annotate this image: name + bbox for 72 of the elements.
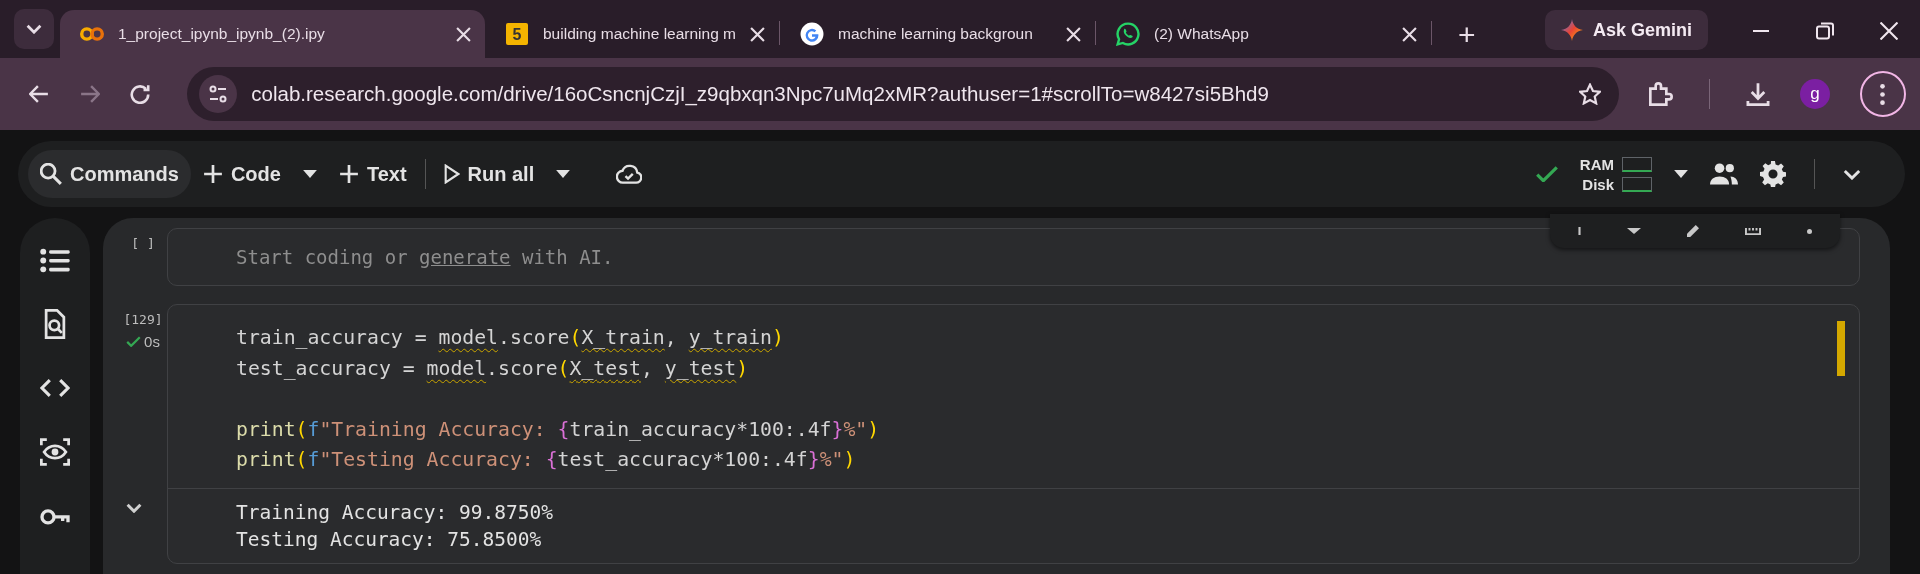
toolbar-button[interactable]: Commands <box>28 150 191 198</box>
toolbar-button[interactable]: Run all <box>431 150 547 198</box>
execution-time: 0s <box>144 333 160 350</box>
tray-icon <box>1745 226 1761 236</box>
settings-icon <box>1760 161 1786 187</box>
reload-icon <box>130 84 151 104</box>
eye-icon <box>40 437 70 467</box>
tab-search-button[interactable] <box>14 9 54 49</box>
key-icon <box>40 507 70 525</box>
plus-icon <box>202 164 223 184</box>
close-icon <box>1880 22 1898 40</box>
chevron-down-icon <box>1843 168 1861 180</box>
resource-label: RAM <box>1579 155 1614 173</box>
dot-icon <box>1807 228 1812 234</box>
search-icon <box>40 163 62 185</box>
profile-avatar[interactable]: g <box>1800 79 1830 109</box>
output-text: Training Accuracy: 99.8750% <box>236 499 554 526</box>
chevron-down-icon <box>26 24 42 34</box>
whatsapp-icon <box>1116 22 1140 46</box>
restore-icon <box>1816 22 1834 40</box>
code-editor[interactable]: train_accuracy = model.score(X_train, y_train) test_accuracy = model.score(X_test, y_test) print(f"Training Accuracy: {train_accuracy*100:.4f}%") print(f"Testing Accuracy: {test_accuracy*100:.4f}%") <box>168 305 1859 488</box>
sparkle-icon <box>1560 19 1583 41</box>
menu-button[interactable] <box>1860 71 1906 117</box>
download-icon <box>1746 82 1770 106</box>
browser-tab[interactable]: machine learning backgroun <box>780 10 1095 58</box>
resource-label: Disk <box>1581 175 1614 193</box>
caret-down-icon <box>556 170 571 178</box>
browser-tab[interactable]: 5 building machine learning m <box>485 10 779 58</box>
chevron-down-icon <box>126 502 142 513</box>
browser-tab[interactable]: (2) WhatsApp <box>1096 10 1431 58</box>
puzzle-icon <box>1649 82 1673 106</box>
collapse-output-button[interactable] <box>126 502 142 513</box>
number-favicon: 5 <box>505 22 529 46</box>
success-check-icon <box>126 336 142 347</box>
close-icon <box>1402 26 1417 42</box>
list-icon <box>40 247 70 273</box>
output-text: Testing Accuracy: 75.8500% <box>236 526 543 553</box>
tune-icon <box>209 85 228 103</box>
more-vertical-icon <box>1880 83 1886 105</box>
address-bar[interactable]: colab.research.google.com/drive/16oCsncnjCzjI_z9qbxqn3Npc7uMq2xMR?authuser=1#scrollTo=w8427si5Bhd9 <box>187 67 1619 121</box>
google-g-icon <box>800 22 824 46</box>
ask-gemini-button[interactable]: Ask Gemini <box>1544 10 1708 50</box>
minimize-icon <box>1752 30 1770 32</box>
generate-link[interactable]: generate <box>419 246 511 268</box>
new-tab-button[interactable]: + <box>1450 18 1484 52</box>
code-cell[interactable]: Start coding or generate with AI. <box>167 228 1860 286</box>
forward-arrow-icon <box>79 85 100 103</box>
people-icon <box>1710 163 1738 185</box>
toolbar-button[interactable]: Text <box>326 150 419 198</box>
plus-icon <box>338 164 359 184</box>
document-search-icon <box>44 309 66 339</box>
caret-down-icon <box>302 170 317 178</box>
execution-count: [129] <box>123 312 163 327</box>
toolbar-button[interactable]: Code <box>190 150 293 198</box>
close-icon <box>750 26 765 42</box>
connected-check-icon <box>1535 166 1558 182</box>
pencil-icon <box>1687 225 1699 237</box>
browser-tab[interactable]: 1_project_ipynb_ipynb_(2).ipy <box>60 10 485 58</box>
star-icon <box>1579 83 1601 105</box>
close-icon <box>456 26 471 42</box>
scroll-marker <box>1837 321 1845 376</box>
close-icon <box>1066 26 1081 42</box>
back-arrow-icon <box>29 85 50 103</box>
play-icon <box>443 164 460 184</box>
arrow-down-icon <box>1627 227 1641 235</box>
resource-meter[interactable] <box>1622 156 1652 172</box>
caret-down-icon <box>1674 170 1688 178</box>
colab-logo-icon <box>80 27 104 41</box>
execution-count: [ ] <box>131 236 155 251</box>
code-icon <box>40 378 70 398</box>
resource-meter[interactable] <box>1622 176 1652 192</box>
cloud-check-icon <box>616 164 643 184</box>
